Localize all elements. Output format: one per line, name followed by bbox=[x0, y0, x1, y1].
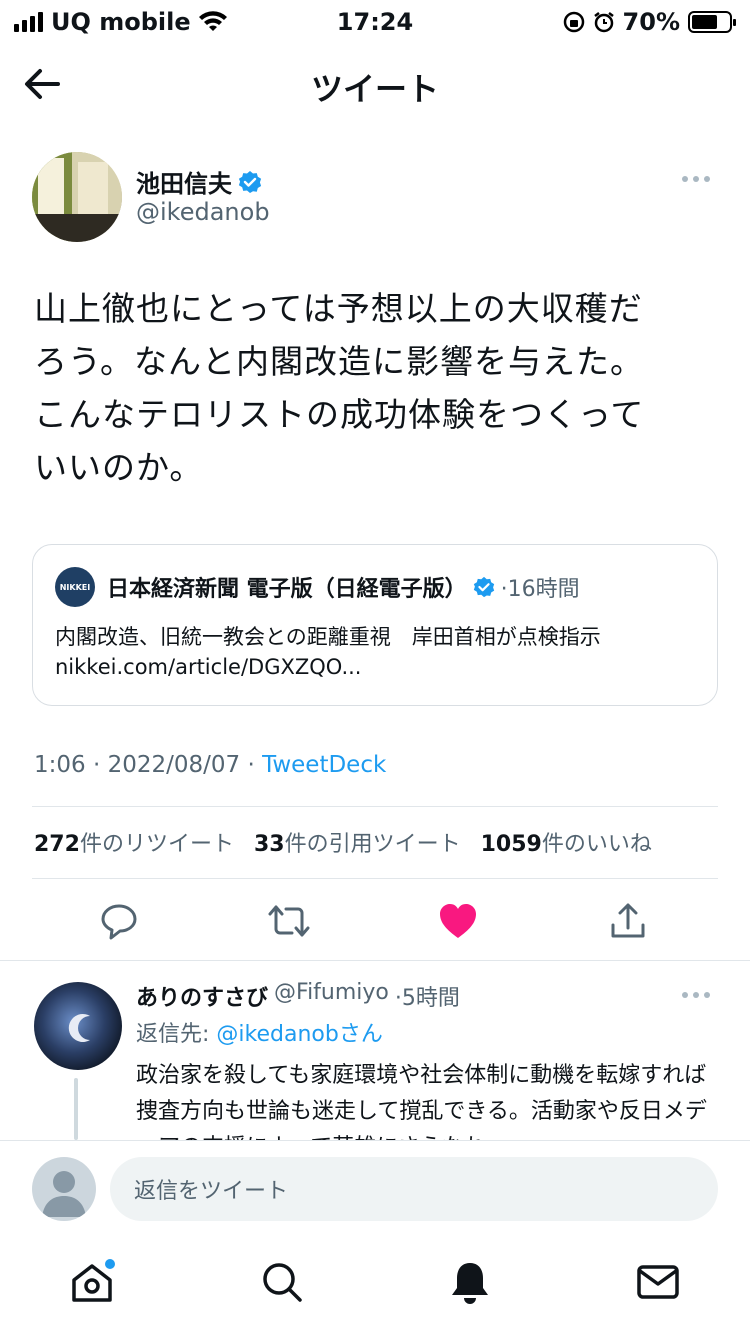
tab-home[interactable] bbox=[68, 1258, 116, 1306]
reply-author-avatar[interactable] bbox=[34, 982, 122, 1070]
battery-icon bbox=[688, 11, 736, 33]
verified-badge-icon bbox=[238, 170, 262, 193]
likes-stat[interactable]: 1059件のいいね bbox=[481, 826, 652, 858]
tweet-source-link[interactable]: TweetDeck bbox=[262, 752, 386, 778]
bell-icon bbox=[452, 1263, 488, 1304]
replying-to-label: 返信先: bbox=[136, 1022, 217, 1047]
nikkei-logo: NIKKEI bbox=[55, 567, 95, 607]
bottom-tab-bar bbox=[0, 1236, 750, 1334]
reply-time: ·5時間 bbox=[394, 986, 460, 1011]
tweet-text-line: こんなテロリストの成功体験をつくって bbox=[34, 395, 645, 434]
retweets-count: 272 bbox=[34, 832, 80, 857]
tweet-text: 山上徹也にとっては予想以上の大収穫だ ろう。なんと内閣改造に影響を与えた。 こん… bbox=[34, 282, 724, 494]
book-cover-image bbox=[32, 152, 122, 242]
quotes-stat[interactable]: 33件の引用ツイート bbox=[254, 826, 461, 858]
battery-percent: 70% bbox=[622, 8, 680, 36]
reply-input[interactable]: 返信をツイート bbox=[110, 1157, 718, 1221]
mail-icon bbox=[637, 1265, 679, 1299]
reply-author-name[interactable]: ありのすさび bbox=[136, 980, 268, 1012]
tweet-meta: 1:06 · 2022/08/07 · TweetDeck bbox=[34, 752, 386, 778]
divider bbox=[32, 806, 718, 807]
quote-author-name: 日本経済新聞 電子版（日経電子版） bbox=[107, 577, 467, 602]
author-handle[interactable]: @ikedanob bbox=[136, 198, 270, 226]
like-heart-icon[interactable] bbox=[431, 894, 485, 948]
search-icon bbox=[263, 1263, 302, 1302]
tweet-text-line: 山上徹也にとっては予想以上の大収穫だ bbox=[34, 289, 643, 328]
likes-label: 件のいいね bbox=[541, 832, 652, 857]
quotes-label: 件の引用ツイート bbox=[284, 832, 461, 857]
more-options-icon[interactable] bbox=[682, 988, 716, 1002]
more-options-icon[interactable] bbox=[682, 172, 716, 186]
author-name-text: 池田信夫 bbox=[136, 170, 232, 198]
tab-messages[interactable] bbox=[634, 1258, 682, 1306]
quoted-tweet-card[interactable]: NIKKEI 日本経済新聞 電子版（日経電子版） ·16時間 内閣改造、旧統一教… bbox=[32, 544, 718, 706]
user-avatar[interactable] bbox=[32, 1157, 96, 1221]
quote-link[interactable]: nikkei.com/article/DGXZQO... bbox=[55, 655, 361, 679]
author-avatar[interactable] bbox=[32, 152, 122, 242]
retweet-icon[interactable] bbox=[262, 894, 316, 948]
reply-composer: 返信をツイート bbox=[0, 1140, 750, 1236]
reply-icon[interactable] bbox=[92, 894, 146, 948]
replying-to: 返信先: @ikedanobさん bbox=[136, 1016, 383, 1048]
orientation-lock-icon bbox=[563, 11, 584, 33]
reply-header: ありのすさび @Fifumiyo ·5時間 bbox=[136, 980, 460, 1012]
quote-text: 内閣改造、旧統一教会との距離重視 岸田首相が点検指示 bbox=[55, 625, 601, 649]
page-title: ツイート bbox=[310, 70, 439, 108]
home-icon bbox=[72, 1259, 115, 1302]
default-avatar-icon bbox=[42, 1171, 86, 1217]
tab-notifications[interactable] bbox=[446, 1258, 494, 1306]
quotes-count: 33 bbox=[253, 832, 285, 857]
tweet-stats: 272件のリツイート 33件の引用ツイート 1059件のいいね bbox=[34, 826, 652, 858]
tweet-text-line: ろう。なんと内閣改造に影響を与えた。 bbox=[34, 342, 645, 381]
tab-search[interactable] bbox=[258, 1258, 306, 1306]
tweet-timestamp: 1:06 · 2022/08/07 · bbox=[34, 752, 263, 778]
likes-count: 1059 bbox=[480, 832, 542, 857]
nav-header: ツイート bbox=[0, 50, 750, 118]
verified-badge-icon bbox=[473, 576, 494, 598]
reply-text: 政治家を殺しても家庭環境や社会体制に動機を転嫁すれば捜査方向も世論も迷走して撹乱… bbox=[136, 1063, 707, 1140]
reply-author-handle[interactable]: @Fifumiyo bbox=[274, 980, 389, 1012]
status-bar: UQ mobile 17:24 70% bbox=[0, 0, 750, 40]
alarm-icon bbox=[593, 12, 614, 33]
share-icon[interactable] bbox=[601, 894, 655, 948]
retweets-label: 件のリツイート bbox=[79, 832, 234, 857]
tweet-actions bbox=[0, 894, 750, 948]
status-right: 70% bbox=[563, 8, 736, 36]
tweet-text-line: いいのか。 bbox=[34, 448, 204, 487]
quote-header: 日本経済新聞 電子版（日経電子版） ·16時間 bbox=[107, 571, 580, 603]
divider bbox=[32, 878, 718, 879]
replying-to-handle[interactable]: @ikedanobさん bbox=[216, 1022, 382, 1047]
quote-time: ·16時間 bbox=[500, 577, 580, 602]
retweets-stat[interactable]: 272件のリツイート bbox=[34, 826, 234, 858]
moon-image bbox=[68, 1014, 90, 1042]
divider bbox=[0, 960, 750, 961]
author-name[interactable]: 池田信夫 bbox=[136, 164, 262, 199]
thread-line bbox=[74, 1078, 78, 1140]
